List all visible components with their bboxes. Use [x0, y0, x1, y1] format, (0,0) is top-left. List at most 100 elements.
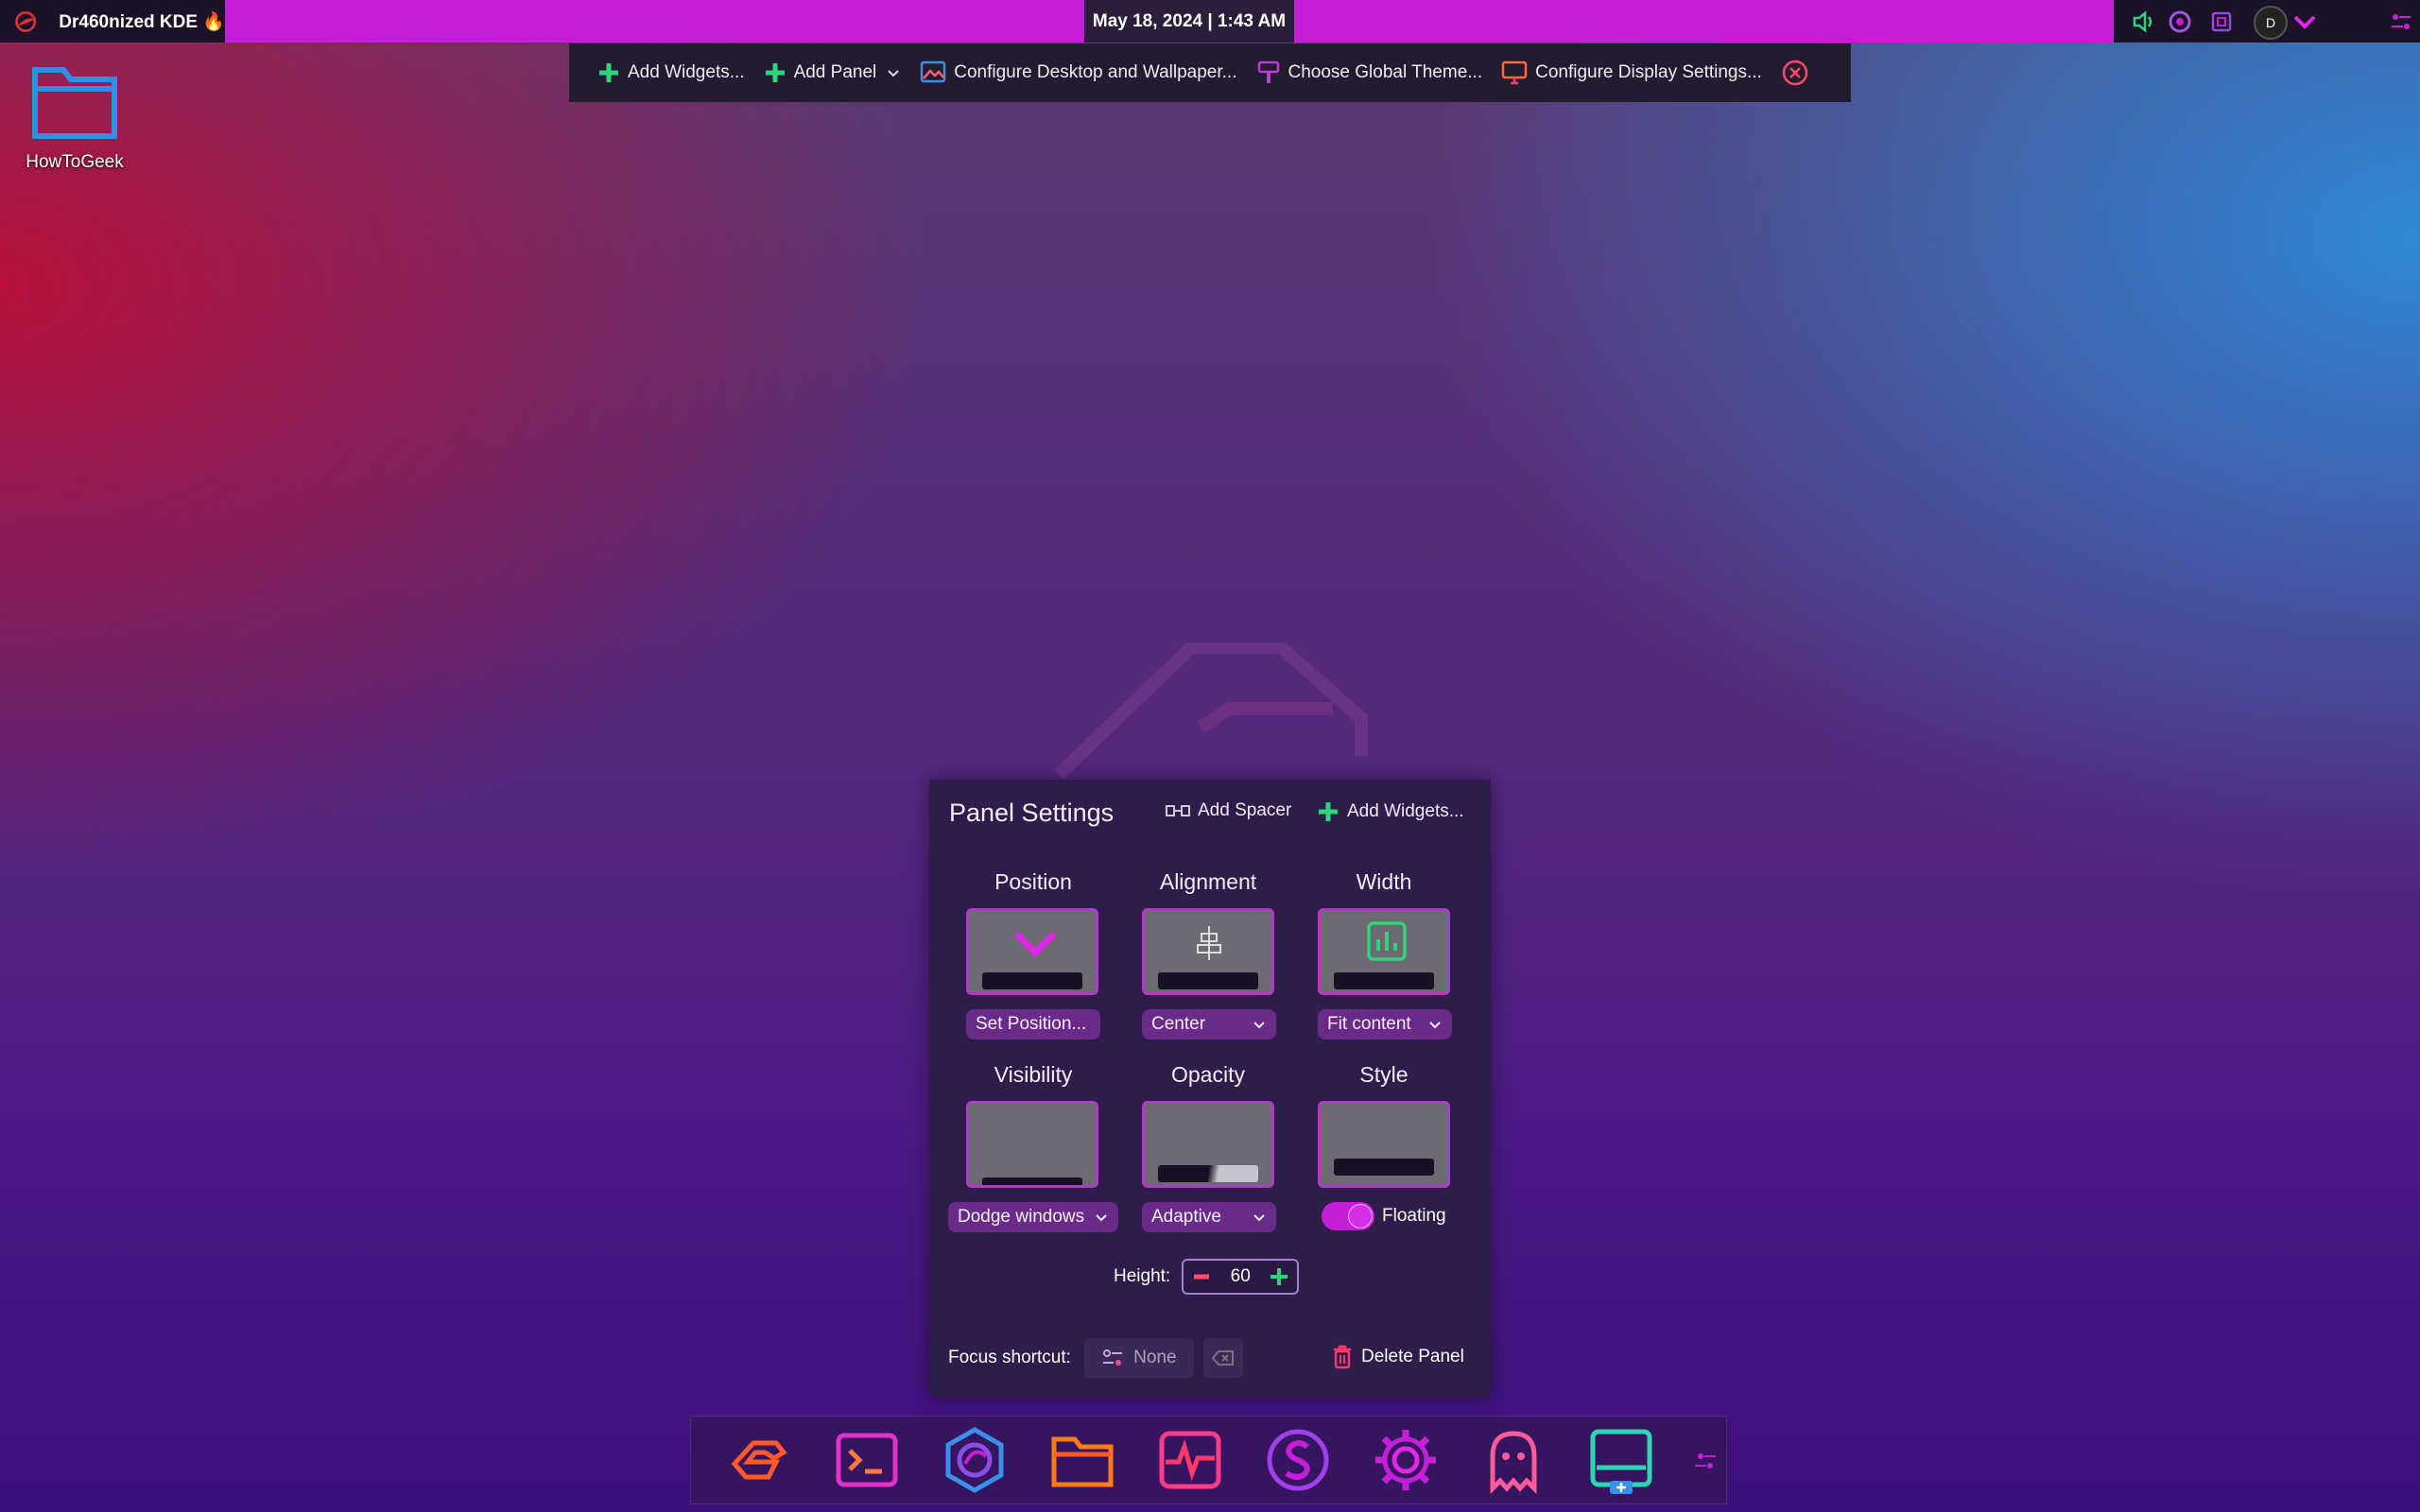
align-center-icon — [1197, 926, 1221, 960]
panel-bar-preview — [982, 972, 1082, 989]
chevron-down-icon — [1429, 1022, 1441, 1029]
panel-settings-title: Panel Settings — [949, 799, 1115, 827]
position-preview[interactable] — [966, 908, 1098, 995]
panel-bar-preview — [1334, 972, 1434, 989]
visibility-value: Dodge windows — [958, 1207, 1085, 1227]
monitor-icon — [1501, 60, 1528, 85]
plus-icon — [599, 63, 618, 82]
chevron-down-icon — [1253, 1022, 1265, 1029]
panel-bar-preview — [982, 1177, 1082, 1185]
app-menu-launcher[interactable]: Dr460nized KDE 🔥 — [0, 0, 225, 43]
focus-shortcut-value: None — [1133, 1348, 1177, 1367]
alignment-select[interactable]: Center — [1142, 1009, 1276, 1040]
delete-panel-button[interactable]: Delete Panel — [1331, 1344, 1464, 1370]
chevron-down-icon[interactable] — [2291, 9, 2318, 35]
chevron-down-icon — [1013, 931, 1057, 957]
dragon-browser-icon[interactable] — [941, 1426, 1009, 1494]
opacity-heading: Opacity — [1171, 1062, 1245, 1087]
toggle-knob — [1348, 1204, 1373, 1228]
chevron-down-icon — [1253, 1214, 1265, 1222]
width-select[interactable]: Fit content — [1318, 1009, 1452, 1040]
add-panel-button[interactable]: Add Panel — [754, 50, 911, 95]
minus-icon[interactable] — [1191, 1266, 1212, 1287]
settings-gear-icon[interactable] — [1372, 1426, 1440, 1494]
focus-shortcut-row: Focus shortcut: None — [948, 1338, 1243, 1378]
top-panel: Dr460nized KDE 🔥 May 18, 2024 | 1:43 AM … — [0, 0, 2420, 43]
choose-global-theme-button[interactable]: Choose Global Theme... — [1247, 50, 1493, 95]
alignment-value: Center — [1151, 1014, 1206, 1034]
opacity-preview[interactable] — [1142, 1101, 1274, 1188]
visibility-preview[interactable] — [966, 1101, 1098, 1188]
panel-edit-icon[interactable] — [1587, 1426, 1655, 1494]
folder-icon — [32, 67, 117, 139]
floating-toggle[interactable] — [1322, 1202, 1374, 1230]
height-row: Height: 60 — [1114, 1259, 1300, 1295]
visibility-select[interactable]: Dodge windows — [948, 1202, 1118, 1232]
add-widgets-button[interactable]: Add Widgets... — [588, 50, 754, 95]
backspace-icon — [1211, 1350, 1234, 1366]
bottom-dock — [690, 1416, 1727, 1504]
configure-display-button[interactable]: Configure Display Settings... — [1492, 50, 1772, 95]
clipboard-icon[interactable] — [2208, 9, 2235, 35]
clear-shortcut-button[interactable] — [1202, 1338, 1243, 1378]
system-tray: D — [2114, 0, 2420, 43]
position-heading: Position — [994, 869, 1072, 894]
width-preview[interactable] — [1318, 908, 1450, 995]
wallpaper-icon — [921, 60, 946, 83]
add-widgets-panel-button[interactable]: Add Widgets... — [1317, 800, 1464, 823]
opacity-value: Adaptive — [1151, 1207, 1221, 1227]
terminal-icon[interactable] — [833, 1426, 901, 1494]
shortcut-icon — [1103, 1349, 1123, 1366]
chevron-down-icon — [888, 70, 899, 77]
height-spinbox[interactable]: 60 — [1182, 1259, 1300, 1295]
system-monitor-icon[interactable] — [1156, 1426, 1224, 1494]
choose-theme-label: Choose Global Theme... — [1288, 62, 1483, 82]
floating-label: Floating — [1382, 1206, 1446, 1226]
add-widgets-panel-label: Add Widgets... — [1347, 801, 1464, 821]
s-app-icon[interactable] — [1264, 1426, 1332, 1494]
style-heading: Style — [1359, 1062, 1409, 1087]
floating-toggle-row: Floating — [1322, 1202, 1446, 1230]
desktop-folder-howtogeek[interactable]: HowToGeek — [19, 57, 130, 173]
avatar[interactable]: D — [2254, 6, 2288, 40]
focus-shortcut-label: Focus shortcut: — [948, 1348, 1071, 1367]
edit-mode-toolbar: Add Widgets... Add Panel Configure Deskt… — [569, 43, 1851, 102]
position-value: Set Position... — [976, 1014, 1087, 1034]
network-icon[interactable] — [2167, 9, 2193, 35]
chevron-down-icon — [1096, 1214, 1107, 1222]
opacity-select[interactable]: Adaptive — [1142, 1202, 1276, 1232]
height-label: Height: — [1114, 1266, 1171, 1286]
width-value: Fit content — [1327, 1014, 1411, 1034]
add-spacer-button[interactable]: Add Spacer — [1166, 800, 1291, 821]
add-widgets-label: Add Widgets... — [628, 62, 745, 82]
garuda-icon[interactable] — [725, 1426, 793, 1494]
style-preview[interactable] — [1318, 1101, 1450, 1188]
ghost-icon[interactable] — [1479, 1426, 1547, 1494]
folder-label: HowToGeek — [26, 152, 124, 172]
configure-desktop-button[interactable]: Configure Desktop and Wallpaper... — [910, 50, 1246, 95]
add-spacer-label: Add Spacer — [1198, 800, 1292, 820]
paint-brush-icon — [1257, 60, 1279, 83]
bar-chart-icon — [1367, 921, 1407, 961]
configure-desktop-label: Configure Desktop and Wallpaper... — [954, 62, 1237, 82]
clock[interactable]: May 18, 2024 | 1:43 AM — [1084, 0, 1294, 43]
alignment-preview[interactable] — [1142, 908, 1274, 995]
spacer-icon — [1166, 805, 1190, 816]
close-icon[interactable] — [1781, 59, 1809, 87]
width-heading: Width — [1356, 869, 1412, 894]
plus-icon[interactable] — [1269, 1266, 1289, 1287]
distro-title: Dr460nized KDE 🔥 — [59, 11, 225, 32]
configure-display-label: Configure Display Settings... — [1535, 62, 1762, 82]
delete-panel-label: Delete Panel — [1361, 1347, 1464, 1366]
focus-shortcut-button[interactable]: None — [1083, 1338, 1194, 1378]
position-select[interactable]: Set Position... — [966, 1009, 1100, 1040]
dock-settings-icon[interactable] — [1693, 1449, 1718, 1473]
panel-config-icon[interactable] — [2388, 9, 2414, 35]
panel-bar-preview — [1334, 1159, 1434, 1176]
watermark-logo-icon — [1054, 643, 1368, 781]
height-value[interactable]: 60 — [1231, 1266, 1251, 1287]
trash-icon — [1334, 1345, 1351, 1369]
files-icon[interactable] — [1048, 1426, 1116, 1494]
volume-icon[interactable] — [2131, 9, 2157, 35]
add-panel-label: Add Panel — [793, 62, 877, 82]
